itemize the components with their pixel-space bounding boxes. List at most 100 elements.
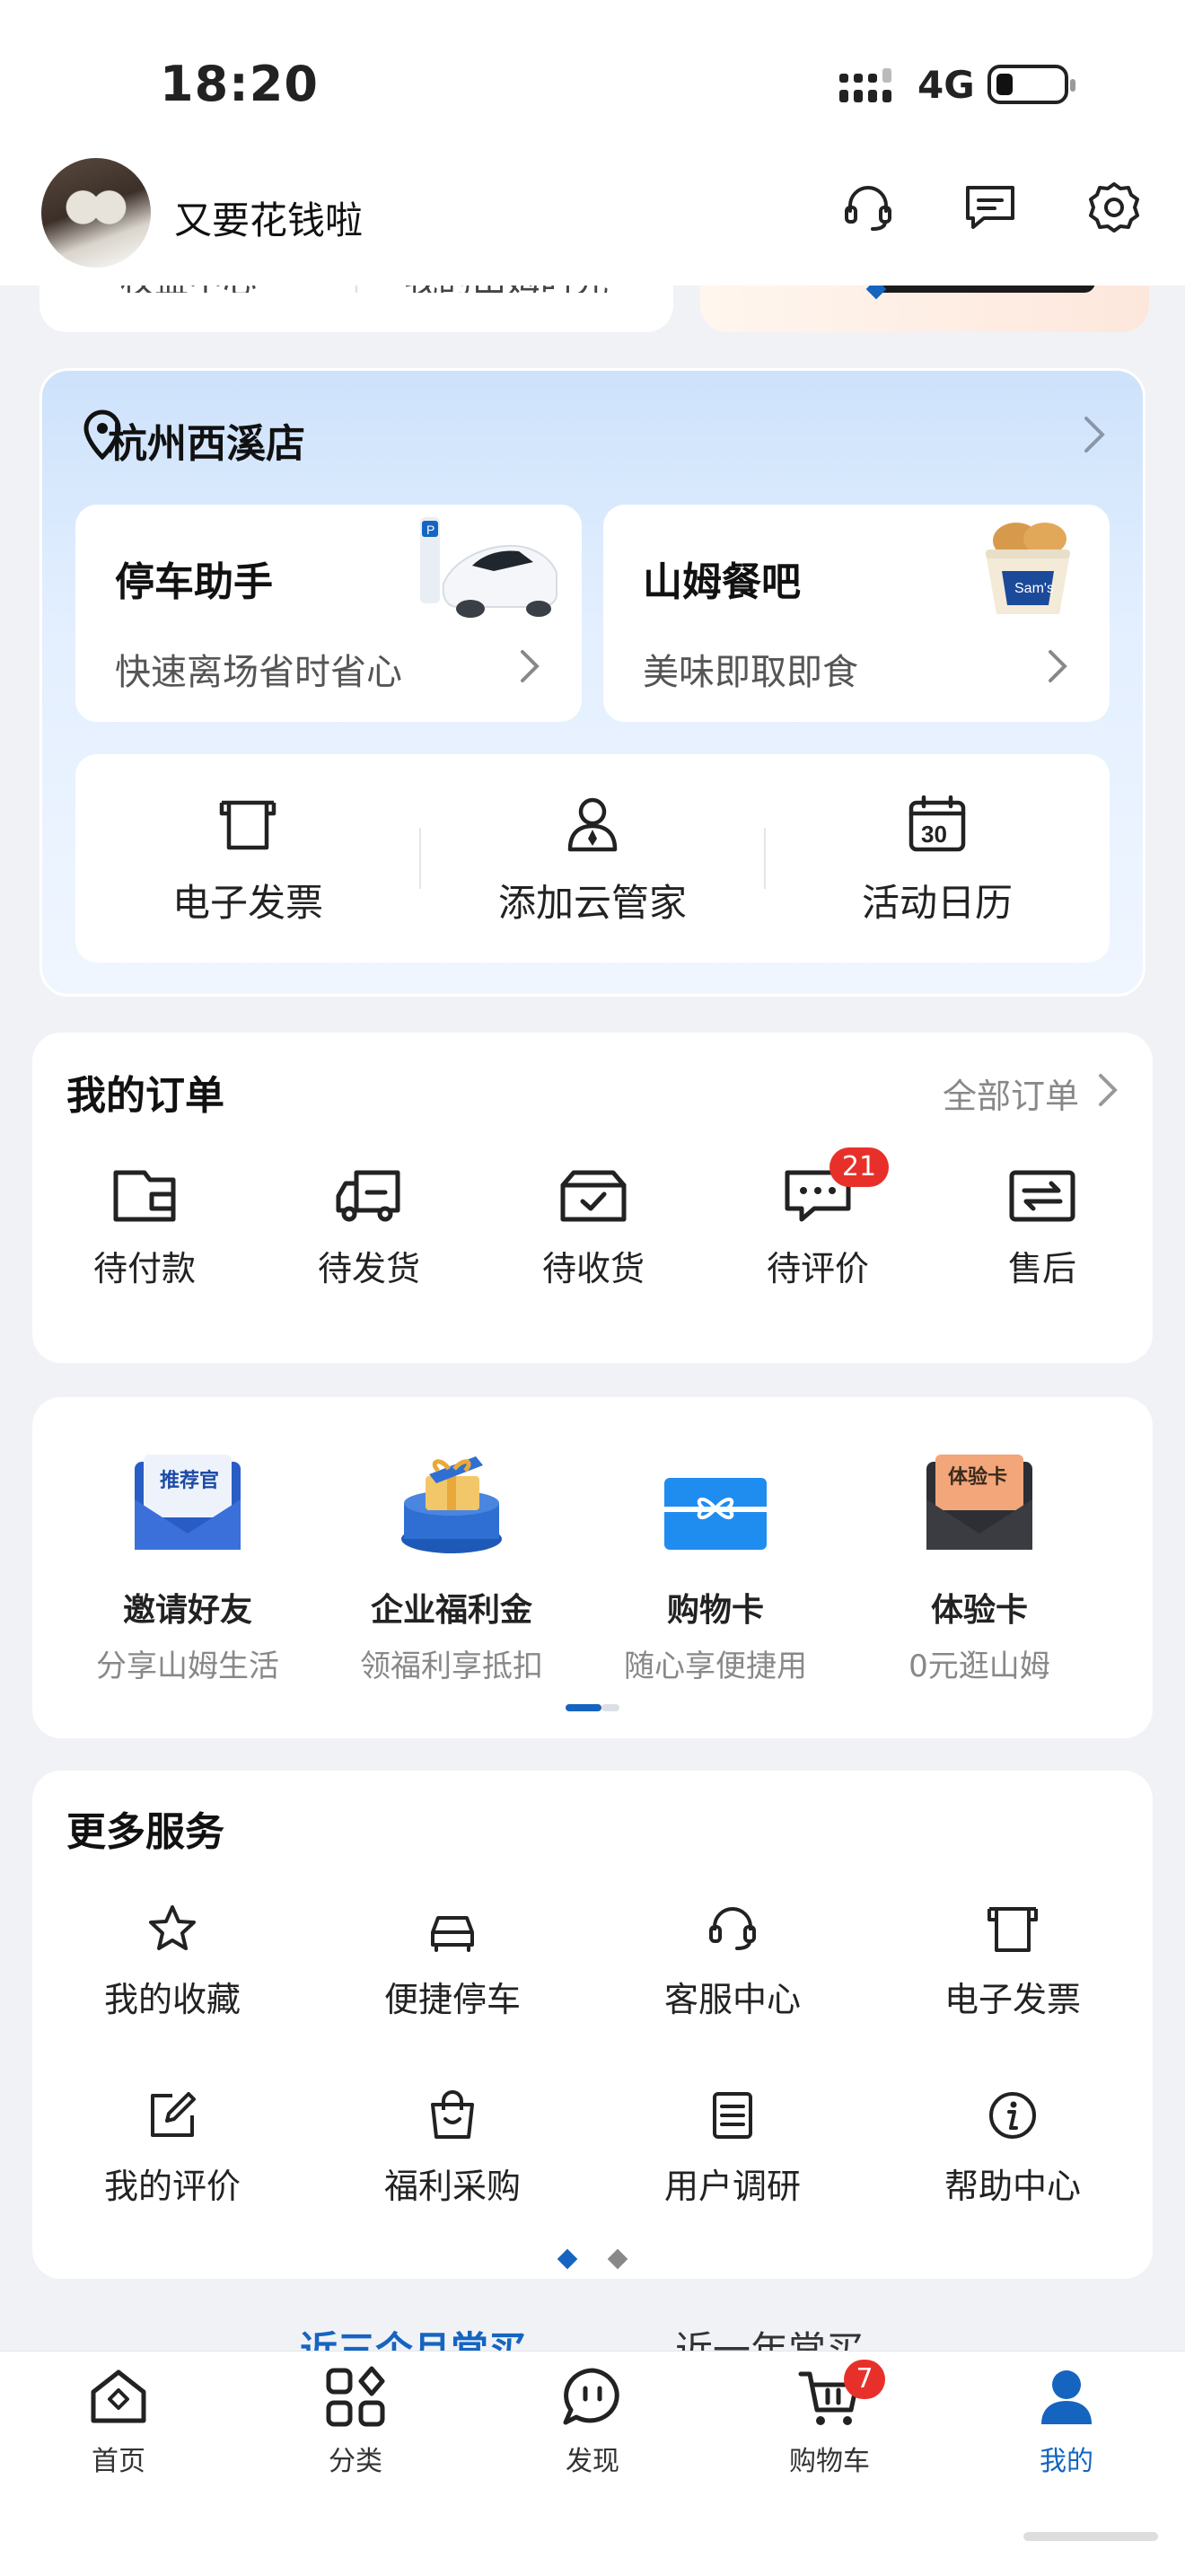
promo-subtitle: 领福利享抵扣: [360, 1648, 543, 1684]
after-sales-button[interactable]: 售后: [930, 1167, 1154, 1290]
promo-title: 邀请好友: [122, 1592, 252, 1629]
promo-title: 购物卡: [666, 1592, 764, 1629]
my-reviews-button[interactable]: 我的评价: [32, 2088, 312, 2208]
order-label: 售后: [1007, 1249, 1076, 1288]
service-label: 客服中心: [663, 1980, 801, 2019]
home-indicator[interactable]: [1023, 2532, 1158, 2541]
bag-icon: [431, 2090, 474, 2139]
trial-card-envelope-icon: 体验卡: [926, 1455, 1032, 1550]
pending-review-button[interactable]: 待评价: [706, 1167, 930, 1290]
service-label: 用户调研: [663, 2167, 801, 2206]
add-butler-shortcut[interactable]: 添加云管家: [420, 794, 765, 928]
store-name[interactable]: 杭州西溪店: [108, 411, 305, 469]
box-icon: [560, 1170, 627, 1222]
status-time: 18:20: [160, 56, 319, 112]
service-label: 我的收藏: [103, 1980, 241, 2019]
promo-scroll-track: [601, 1704, 619, 1711]
car-icon: [431, 1916, 474, 1952]
signal-icon: [839, 68, 891, 102]
service-label: 我的评价: [103, 2167, 241, 2206]
recommender-envelope-icon: 推荐官: [135, 1455, 241, 1550]
promo-subtitle: 分享山姆生活: [96, 1648, 279, 1684]
settings-gear-icon[interactable]: [1083, 176, 1146, 239]
home-icon: [91, 2369, 146, 2423]
user-survey-button[interactable]: 用户调研: [592, 2088, 873, 2208]
easy-parking-button[interactable]: 便捷停车: [312, 1902, 592, 2021]
order-label: 待收货: [541, 1249, 645, 1288]
chevron-right-icon: [1049, 650, 1067, 682]
svg-text:推荐官: 推荐官: [160, 1469, 219, 1492]
nav-home[interactable]: 首页: [0, 2365, 237, 2478]
gift-box-icon: [401, 1456, 502, 1553]
e-invoice-shortcut[interactable]: 电子发票: [75, 794, 420, 928]
chevron-right-icon[interactable]: [1097, 1072, 1119, 1108]
order-label: 待发货: [317, 1249, 420, 1288]
gift-card-icon: [664, 1478, 767, 1550]
pending-receipt-button[interactable]: 待收货: [481, 1167, 706, 1290]
tile-title: 山姆餐吧: [643, 559, 801, 605]
review-count-badge: 21: [830, 1147, 889, 1187]
tab-recent-year[interactable]: 近一年常买: [675, 2329, 864, 2351]
customer-service-button[interactable]: 客服中心: [592, 1902, 873, 2021]
service-label: 帮助中心: [944, 2167, 1081, 2206]
service-label: 便捷停车: [383, 1980, 521, 2019]
help-center-button[interactable]: 帮助中心: [873, 2088, 1153, 2208]
shortcut-label: 添加云管家: [497, 881, 687, 925]
nav-cart[interactable]: 购物车: [711, 2365, 948, 2478]
truck-icon: [336, 1170, 400, 1222]
service-label: 电子发票: [944, 1980, 1081, 2019]
promo-scroll-indicator: [566, 1704, 601, 1711]
promo-subtitle: 0元逛山姆: [908, 1648, 1050, 1684]
nav-discover[interactable]: 发现: [474, 2365, 711, 2478]
star-icon: [149, 1905, 196, 1950]
promo-subtitle: 随心享便捷用: [624, 1648, 807, 1684]
nav-category[interactable]: 分类: [237, 2365, 474, 2478]
orders-title: 我的订单: [66, 1073, 224, 1119]
service-label: 福利采购: [383, 2167, 521, 2206]
edit-icon: [151, 2092, 196, 2137]
nav-label: 我的: [1040, 2446, 1093, 2477]
shortcut-label: 电子发票: [171, 881, 323, 925]
nav-label: 发现: [566, 2446, 619, 2477]
chevron-right-icon: [521, 650, 540, 682]
headset-icon: [709, 1907, 756, 1950]
e-invoice-button[interactable]: 电子发票: [873, 1902, 1153, 2021]
wallet-icon: [113, 1170, 176, 1222]
nav-label: 首页: [92, 2446, 145, 2477]
corporate-benefits-item[interactable]: 企业福利金 领福利享抵扣: [320, 1449, 584, 1685]
trial-card-item[interactable]: 体验卡 体验卡 0元逛山姆: [847, 1449, 1111, 1685]
car-illustration-icon: P: [420, 517, 557, 618]
battery-icon: [988, 65, 1075, 104]
cart-count-badge: 7: [844, 2360, 885, 2399]
invite-friends-item[interactable]: 推荐官 邀请好友 分享山姆生活: [56, 1449, 320, 1685]
message-icon[interactable]: [959, 176, 1022, 239]
chevron-right-icon[interactable]: [1081, 415, 1108, 454]
order-label: 待评价: [766, 1249, 869, 1288]
discover-icon: [563, 2368, 619, 2425]
survey-icon: [713, 2092, 752, 2139]
my-favorites-button[interactable]: 我的收藏: [32, 1902, 312, 2021]
svg-text:Sam's: Sam's: [1014, 581, 1054, 596]
pending-shipment-button[interactable]: 待发货: [257, 1167, 481, 1290]
network-type: 4G: [917, 63, 975, 107]
butler-icon: [567, 797, 618, 852]
nav-profile[interactable]: 我的: [948, 2365, 1185, 2478]
all-orders-link[interactable]: 全部订单: [943, 1068, 1079, 1118]
promo-title: 体验卡: [930, 1592, 1028, 1629]
event-calendar-shortcut[interactable]: 30 活动日历: [765, 794, 1110, 928]
username[interactable]: 又要花钱啦: [174, 190, 363, 245]
promo-title: 企业福利金: [370, 1592, 532, 1629]
info-icon: [989, 2092, 1036, 2139]
profile-header: 又要花钱啦: [0, 153, 1185, 286]
more-services-title: 更多服务: [66, 1809, 224, 1855]
pending-payment-button[interactable]: 待付款: [32, 1167, 257, 1290]
welfare-purchase-button[interactable]: 福利采购: [312, 2088, 592, 2208]
avatar[interactable]: [41, 158, 151, 268]
chicken-bucket-icon: Sam's: [986, 523, 1070, 614]
tab-recent-three-months[interactable]: 近三个月常买: [300, 2329, 526, 2351]
shopping-card-item[interactable]: 购物卡 随心享便捷用: [584, 1449, 847, 1685]
calendar-icon: 30: [908, 795, 966, 852]
svg-text:P: P: [426, 523, 434, 537]
svg-text:体验卡: 体验卡: [948, 1465, 1007, 1489]
headset-icon[interactable]: [837, 176, 900, 239]
